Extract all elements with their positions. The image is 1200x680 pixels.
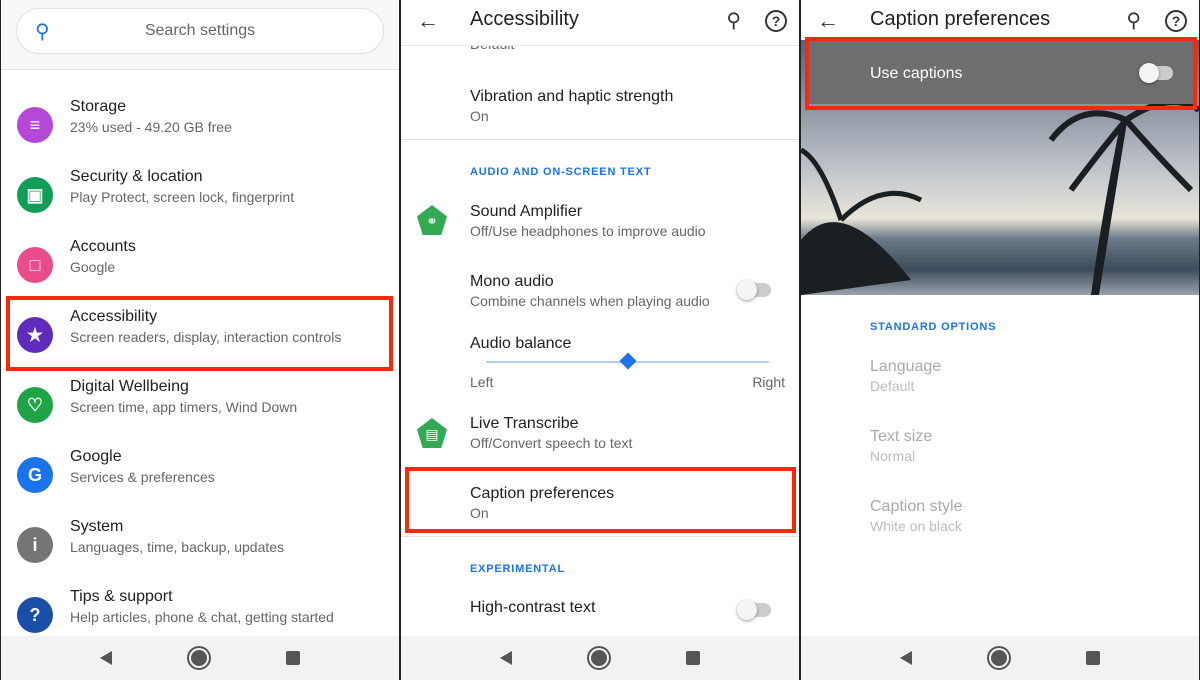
settings-item-digital-wellbeing[interactable]: ♡ Digital Wellbeing Screen time, app tim… — [1, 370, 399, 440]
nav-bar — [801, 636, 1199, 680]
recents-nav-icon[interactable] — [1085, 651, 1100, 665]
google-icon: G — [17, 457, 53, 493]
mono-audio-item[interactable]: Mono audio Combine channels when playing… — [401, 265, 799, 320]
app-bar: ← Accessibility ⚲ ? — [401, 0, 799, 46]
section-header: STANDARD OPTIONS — [870, 321, 997, 333]
transcribe-icon: ▤ — [417, 418, 447, 448]
home-nav-icon[interactable] — [990, 650, 1007, 666]
balance-slider[interactable] — [486, 352, 769, 370]
search-icon[interactable]: ⚲ — [1126, 8, 1141, 33]
caption-option[interactable]: Text size Normal — [801, 420, 1199, 470]
accessibility-screen: Default ← Accessibility ⚲ ? Vibration an… — [401, 0, 799, 680]
slider-thumb[interactable] — [619, 352, 636, 370]
highlight-box — [805, 37, 1197, 110]
high-contrast-toggle[interactable] — [737, 600, 771, 620]
caption-option[interactable]: Caption style White on black — [801, 490, 1199, 540]
live-transcribe-item[interactable]: ▤ Live Transcribe Off/Convert speech to … — [401, 407, 799, 462]
search-bar: ⚲ Search settings — [1, 0, 399, 70]
sound-amplifier-item[interactable]: ⚭ Sound Amplifier Off/Use headphones to … — [401, 195, 799, 250]
home-nav-icon[interactable] — [190, 650, 207, 666]
audio-balance-item: Audio balance Left Right — [470, 335, 785, 390]
back-nav-icon[interactable] — [500, 651, 513, 665]
mono-audio-toggle[interactable] — [737, 280, 771, 300]
recents-nav-icon[interactable] — [685, 651, 700, 665]
high-contrast-item[interactable]: High-contrast text — [401, 590, 799, 630]
page-title: Accessibility — [470, 8, 579, 30]
page-title: Caption preferences — [870, 8, 1051, 30]
search-icon[interactable]: ⚲ — [726, 8, 741, 33]
vibration-item[interactable]: Vibration and haptic strength On — [401, 80, 799, 140]
help-icon[interactable]: ? — [765, 10, 787, 32]
settings-item-system[interactable]: i System Languages, time, backup, update… — [1, 510, 399, 580]
caption-option[interactable]: Language Default — [801, 350, 1199, 400]
lock-icon: ▣ — [17, 177, 53, 213]
ear-icon: ⚭ — [417, 205, 447, 235]
search-input[interactable]: ⚲ Search settings — [16, 8, 384, 54]
wellbeing-icon: ♡ — [17, 387, 53, 423]
home-nav-icon[interactable] — [590, 650, 607, 666]
settings-item-storage[interactable]: ≡ Storage 23% used - 49.20 GB free — [1, 90, 399, 160]
info-icon: i — [17, 527, 53, 563]
highlight-box — [6, 296, 393, 371]
caption-preferences-screen: ← Caption preferences ⚲ ? Use captions S… — [801, 0, 1199, 680]
back-arrow-icon[interactable]: ← — [417, 8, 439, 34]
storage-icon: ≡ — [17, 107, 53, 143]
back-nav-icon[interactable] — [100, 651, 113, 665]
settings-item-security-location[interactable]: ▣ Security & location Play Protect, scre… — [1, 160, 399, 230]
account-icon: □ — [17, 247, 53, 283]
nav-bar — [401, 636, 799, 680]
back-arrow-icon[interactable]: ← — [817, 8, 839, 34]
settings-item-accounts[interactable]: □ Accounts Google — [1, 230, 399, 300]
back-nav-icon[interactable] — [900, 651, 913, 665]
nav-bar — [1, 636, 399, 680]
section-header: AUDIO AND ON-SCREEN TEXT — [470, 166, 652, 178]
section-header: EXPERIMENTAL — [470, 563, 565, 575]
help-icon[interactable]: ? — [1165, 10, 1187, 32]
search-icon: ⚲ — [35, 20, 50, 43]
settings-item-google[interactable]: G Google Services & preferences — [1, 440, 399, 510]
recents-nav-icon[interactable] — [285, 651, 300, 665]
highlight-box — [405, 467, 796, 533]
settings-screen: ⚲ Search settings ≡ Storage 23% used - 4… — [1, 0, 399, 680]
help-icon: ? — [17, 597, 53, 633]
